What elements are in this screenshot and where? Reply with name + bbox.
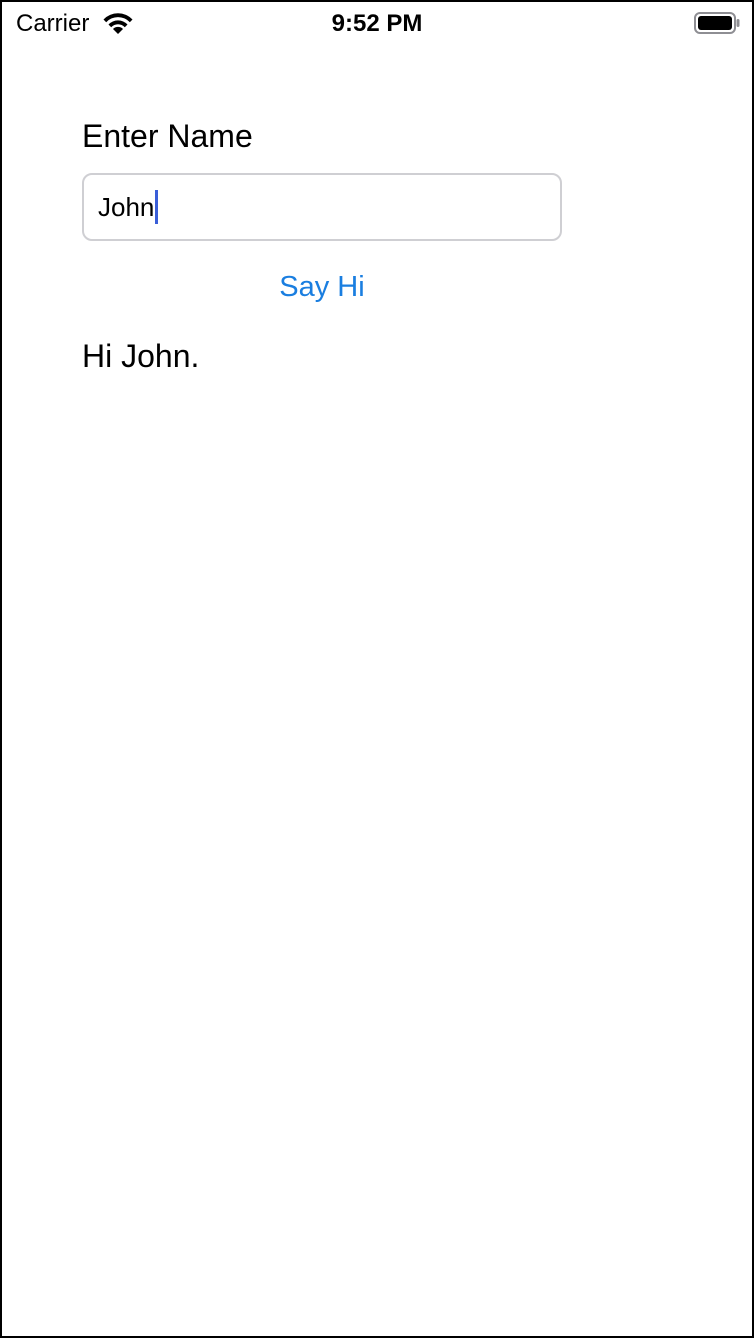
status-bar: Carrier 9:52 PM (2, 2, 752, 46)
battery-icon (694, 12, 740, 34)
name-input-value[interactable]: John (98, 190, 159, 224)
app-screen: Carrier 9:52 PM Enter Name John Say Hi H… (0, 0, 754, 1338)
enter-name-label: Enter Name (82, 118, 253, 154)
greeting-label: Hi John. (82, 338, 200, 374)
name-input[interactable]: John (82, 173, 562, 241)
status-time: 9:52 PM (331, 10, 423, 37)
text-caret (155, 190, 159, 224)
name-text: John (98, 192, 155, 222)
say-hi-button[interactable]: Say Hi (82, 268, 562, 306)
